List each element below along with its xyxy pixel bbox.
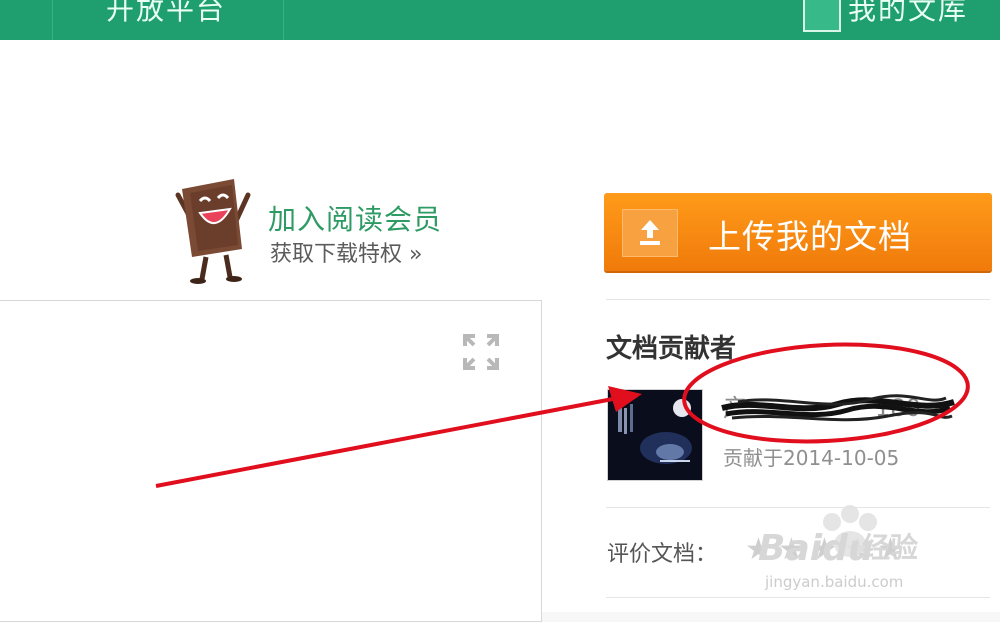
watermark-url: jingyan.baidu.com [765,573,904,591]
upload-icon [622,209,678,257]
annotation-arrow [155,386,642,488]
nav-divider [283,0,284,40]
download-privilege-link[interactable]: 获取下载特权 » [270,236,422,268]
nav-my-library-link[interactable]: 我的文库 [848,0,968,28]
jingyan-watermark-text: 经验 [862,531,919,564]
divider [606,299,990,300]
fullscreen-icon[interactable] [463,334,499,370]
upload-button-label: 上传我的文档 [708,217,912,256]
join-membership-link[interactable]: 加入阅读会员 [268,198,442,238]
annotation-ellipse [682,342,970,444]
baidu-watermark-text: Baidu [758,528,874,569]
nav-open-platform-link[interactable]: 开放平台 [106,0,226,28]
top-navigation-bar: 开放平台 我的文库 [0,0,1000,40]
nav-divider [52,0,53,40]
upload-document-button[interactable]: 上传我的文档 [604,193,992,271]
user-icon[interactable] [803,0,841,32]
book-mascot-icon[interactable] [170,175,260,290]
divider [606,597,990,598]
rate-document-label: 评价文档： [607,542,718,567]
